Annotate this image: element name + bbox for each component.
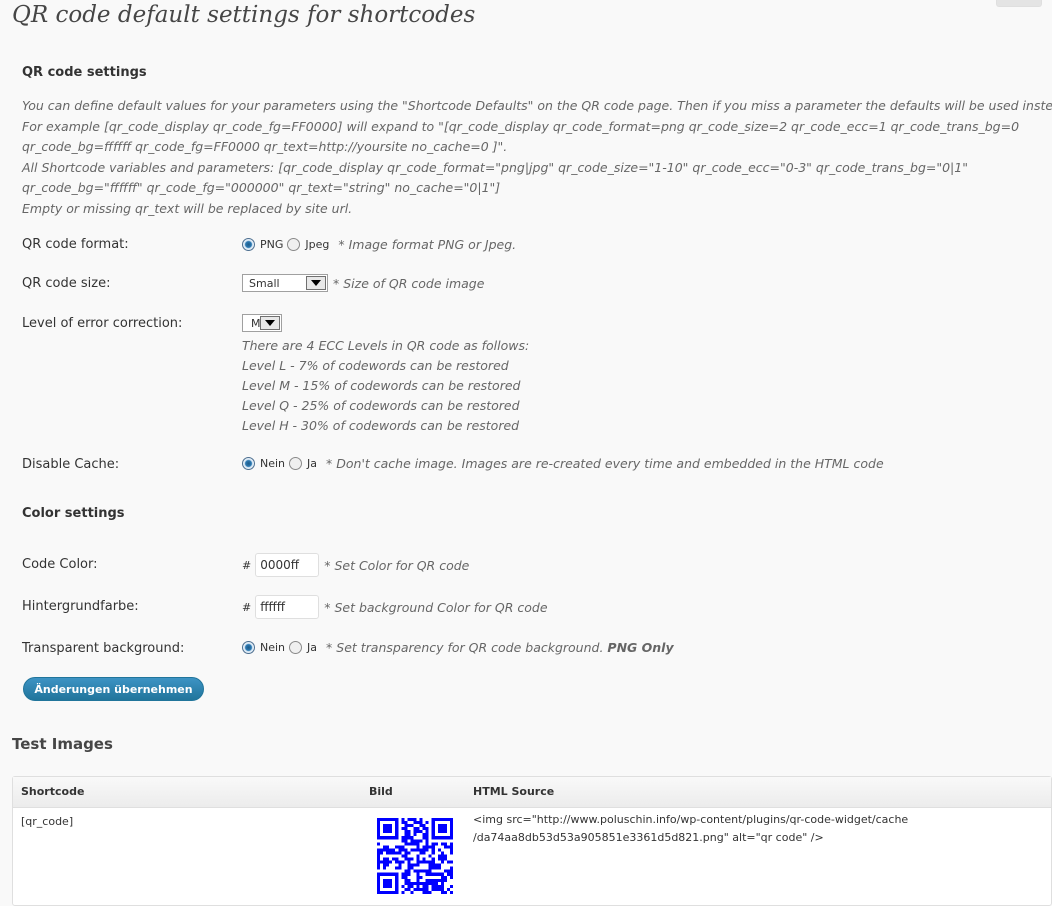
format-hint: * Image format PNG or Jpeg. [338, 237, 517, 252]
size-control: Small * Size of QR code image [242, 274, 484, 292]
table-header: Shortcode Bild HTML Source [13, 777, 1051, 808]
format-jpeg-radio[interactable] [287, 238, 301, 251]
hash-prefix: # [242, 600, 252, 614]
help-tab[interactable] [996, 0, 1042, 7]
chevron-down-icon[interactable] [306, 276, 326, 290]
ecc-label: Level of error correction: [22, 316, 183, 331]
hash-prefix: # [242, 558, 252, 572]
qr-code-image-icon [377, 818, 453, 897]
ecc-info: There are 4 ECC Levels in QR code as fol… [242, 336, 529, 436]
transparent-ja-label[interactable]: Ja [307, 641, 317, 654]
column-header-shortcode: Shortcode [21, 785, 85, 798]
transparent-hint-bold: PNG Only [607, 640, 674, 655]
format-jpeg-label[interactable]: Jpeg [305, 238, 329, 251]
qr-settings-heading: QR code settings [22, 65, 147, 80]
html-source-line: /da74aa8db53d53a905851e3361d5d821.png" a… [473, 831, 824, 844]
bg-color-control: # * Set background Color for QR code [242, 595, 548, 619]
transparent-nein-label[interactable]: Nein [260, 641, 285, 654]
cache-ja-label[interactable]: Ja [307, 457, 317, 470]
bg-color-label: Hintergrundfarbe: [22, 599, 139, 614]
size-hint: * Size of QR code image [333, 275, 485, 291]
bg-color-hint: * Set background Color for QR code [324, 599, 548, 615]
qr-settings-description: You can define default values for your p… [22, 96, 1052, 219]
ecc-info-line: There are 4 ECC Levels in QR code as fol… [242, 338, 530, 353]
page-title: QR code default settings for shortcodes [12, 2, 476, 28]
shortcode-cell: [qr_code] [21, 815, 74, 828]
description-line: All Shortcode variables and parameters: … [22, 159, 968, 175]
transparent-hint-text: * Set transparency for QR code backgroun… [326, 640, 604, 655]
code-color-hint: * Set Color for QR code [324, 557, 470, 573]
format-png-label[interactable]: PNG [260, 238, 283, 251]
size-select[interactable]: Small [242, 274, 328, 292]
transparent-nein-radio[interactable] [242, 641, 255, 654]
size-select-value: Small [249, 276, 280, 290]
description-line: For example [qr_code_display qr_code_fg=… [22, 118, 1020, 134]
save-changes-button[interactable]: Änderungen übernehmen [23, 677, 204, 701]
code-color-input[interactable] [255, 553, 320, 577]
code-color-label: Code Color: [22, 557, 98, 572]
column-header-html-source: HTML Source [473, 785, 555, 798]
color-settings-heading: Color settings [22, 506, 125, 521]
description-line: Empty or missing qr_text will be replace… [22, 200, 353, 216]
chevron-down-icon[interactable] [260, 316, 280, 330]
transparent-control: Nein Ja * Set transparency for QR code b… [242, 640, 674, 655]
html-source-line: <img src="http://www.poluschin.info/wp-c… [473, 813, 909, 826]
cache-ja-radio[interactable] [289, 457, 303, 470]
transparent-hint: * Set transparency for QR code backgroun… [326, 640, 674, 655]
bg-color-input[interactable] [255, 595, 320, 619]
transparent-ja-radio[interactable] [289, 641, 303, 654]
ecc-info-line: Level M - 15% of codewords can be restor… [242, 378, 521, 393]
cache-hint: * Don't cache image. Images are re-creat… [326, 456, 884, 471]
code-color-control: # * Set Color for QR code [242, 553, 469, 577]
cache-nein-label[interactable]: Nein [260, 457, 285, 470]
description-line: qr_code_bg="ffffff" qr_code_fg="000000" … [22, 180, 501, 195]
format-label: QR code format: [22, 237, 129, 252]
test-images-table: Shortcode Bild HTML Source [qr_code] <im… [12, 776, 1052, 906]
size-label: QR code size: [22, 276, 111, 291]
transparent-label: Transparent background: [22, 641, 185, 656]
description-line: qr_code_bg=ffffff qr_code_fg=FF0000 qr_t… [22, 139, 508, 154]
ecc-select[interactable]: M [242, 314, 282, 332]
ecc-info-line: Level H - 30% of codewords can be restor… [242, 418, 520, 433]
html-source-cell: <img src="http://www.poluschin.info/wp-c… [473, 811, 908, 847]
ecc-info-line: Level Q - 25% of codewords can be restor… [242, 398, 520, 413]
ecc-info-line: Level L - 7% of codewords can be restore… [242, 358, 509, 373]
description-line: You can define default values for your p… [22, 98, 1052, 113]
ecc-control: M [242, 314, 282, 332]
cache-nein-radio[interactable] [242, 457, 255, 470]
format-png-radio[interactable] [242, 238, 255, 251]
cache-control: Nein Ja * Don't cache image. Images are … [242, 456, 884, 471]
cache-label: Disable Cache: [22, 457, 120, 472]
format-control: PNG Jpeg * Image format PNG or Jpeg. [242, 237, 516, 252]
test-images-heading: Test Images [12, 735, 113, 753]
column-header-bild: Bild [369, 785, 393, 798]
